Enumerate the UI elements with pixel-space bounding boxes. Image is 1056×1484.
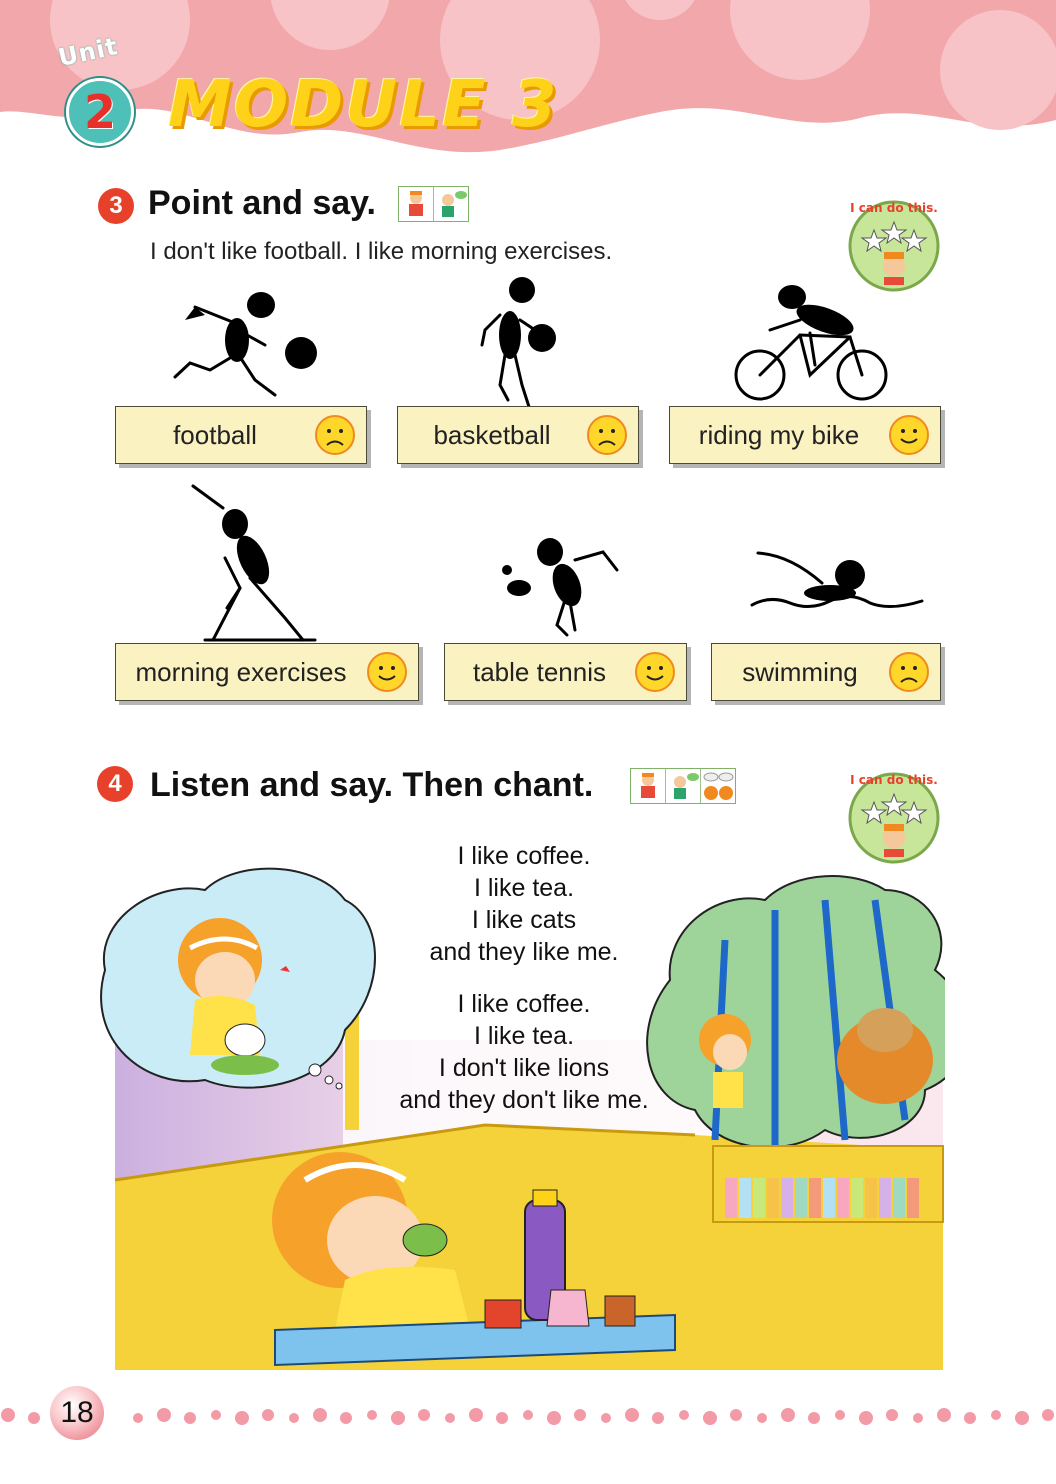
chant-line: I like tea.: [473, 1022, 575, 1050]
sad-face-icon: [889, 652, 929, 692]
footer-dot: [652, 1412, 664, 1424]
footer-dot: [859, 1411, 873, 1425]
word-card-basketball[interactable]: basketball: [397, 406, 639, 464]
footer-dot-border: [1, 1408, 1054, 1425]
chant-line: I like cats: [471, 906, 577, 934]
section-4-number: 4: [97, 766, 133, 802]
footer-dot: [418, 1409, 430, 1421]
listen-icon: [631, 769, 666, 803]
chant-line: I like tea.: [473, 874, 575, 902]
badge-text: I can do this.: [850, 201, 938, 215]
footer-dot: [523, 1410, 533, 1420]
happy-face-icon: [635, 652, 675, 692]
footer-dot: [367, 1410, 377, 1420]
point-icon: [399, 187, 434, 221]
chant-line: and they don't like me.: [399, 1086, 649, 1114]
table-tennis-figure: [502, 538, 619, 637]
footer-dot: [235, 1411, 249, 1425]
word-label: riding my bike: [698, 419, 860, 450]
chant-verse-1: I like coffee. I like tea. I like cats a…: [359, 840, 689, 968]
footer-dot: [391, 1411, 405, 1425]
chant-line: I like coffee.: [457, 990, 591, 1018]
unit-number: 2: [83, 85, 116, 139]
footer-dot: [445, 1413, 455, 1423]
page-number: 18: [60, 1396, 94, 1429]
word-card-table-tennis[interactable]: table tennis: [444, 643, 687, 701]
word-label: table tennis: [473, 656, 606, 687]
footer-dot: [679, 1410, 689, 1420]
footer-dot: [313, 1408, 327, 1422]
riding-bike-figure: [734, 285, 888, 401]
chant-line: and they like me.: [429, 938, 619, 966]
footer-dot: [1015, 1411, 1029, 1425]
section-3-number: 3: [98, 188, 134, 224]
section-3-example: I don't like football. I like morning ex…: [150, 238, 613, 265]
footer-dot: [757, 1413, 767, 1423]
footer-dot: [991, 1410, 1001, 1420]
footer-dot: [835, 1410, 845, 1420]
word-card-swimming[interactable]: swimming: [711, 643, 941, 701]
i-can-do-this-badge: I can do this.: [848, 772, 940, 864]
module-title: MODULE 3: [168, 68, 559, 142]
word-label: swimming: [742, 656, 858, 687]
footer-dot: [496, 1412, 508, 1424]
say-icon: [434, 187, 468, 221]
footer-dot: [1, 1408, 15, 1422]
footer-dot: [964, 1412, 976, 1424]
happy-face-icon: [889, 415, 929, 455]
footer-dot: [625, 1408, 639, 1422]
footer-dot: [340, 1412, 352, 1424]
morning-exercises-figure: [191, 484, 317, 642]
footer-dot: [886, 1409, 898, 1421]
happy-face-icon: [367, 652, 407, 692]
word-label: morning exercises: [135, 656, 347, 687]
footer-dot: [808, 1412, 820, 1424]
footer-dot: [574, 1409, 586, 1421]
footer-dot: [133, 1413, 143, 1423]
footer-dot: [289, 1413, 299, 1423]
swimming-figure: [750, 551, 924, 608]
word-label: basketball: [433, 419, 551, 450]
football-figure: [173, 292, 317, 397]
badge-text: I can do this.: [850, 773, 938, 787]
footer-dot: [469, 1408, 483, 1422]
footer-dot: [913, 1413, 923, 1423]
sad-face-icon: [315, 415, 355, 455]
unit-number-badge: 2: [66, 78, 134, 146]
footer-dot: [1042, 1409, 1054, 1421]
chant-verse-2: I like coffee. I like tea. I don't like …: [359, 988, 689, 1116]
footer-dot: [547, 1411, 561, 1425]
word-card-riding-my-bike[interactable]: riding my bike: [669, 406, 941, 464]
word-label: football: [173, 419, 257, 450]
chant-icon: [701, 769, 735, 803]
activity-icons-4: [630, 768, 736, 804]
say-icon: [666, 769, 701, 803]
footer-dot: [937, 1408, 951, 1422]
activity-icons-3: [398, 186, 469, 222]
basketball-figure: [480, 277, 556, 412]
footer-dot: [730, 1409, 742, 1421]
footer-dot: [157, 1408, 171, 1422]
chant-line: I like coffee.: [457, 842, 591, 870]
footer-dot: [184, 1412, 196, 1424]
footer-dot: [211, 1410, 221, 1420]
footer-dot: [262, 1409, 274, 1421]
page-number-badge: 18: [50, 1386, 104, 1440]
footer-dot: [781, 1408, 795, 1422]
section-3-title: Point and say.: [148, 184, 376, 222]
footer-dot: [703, 1411, 717, 1425]
word-card-football[interactable]: football: [115, 406, 367, 464]
sad-face-icon: [587, 415, 627, 455]
word-card-morning-exercises[interactable]: morning exercises: [115, 643, 419, 701]
footer-dot: [601, 1413, 611, 1423]
section-4-title: Listen and say. Then chant.: [150, 766, 594, 804]
chant-line: I don't like lions: [438, 1054, 610, 1082]
footer-dot: [28, 1412, 40, 1424]
